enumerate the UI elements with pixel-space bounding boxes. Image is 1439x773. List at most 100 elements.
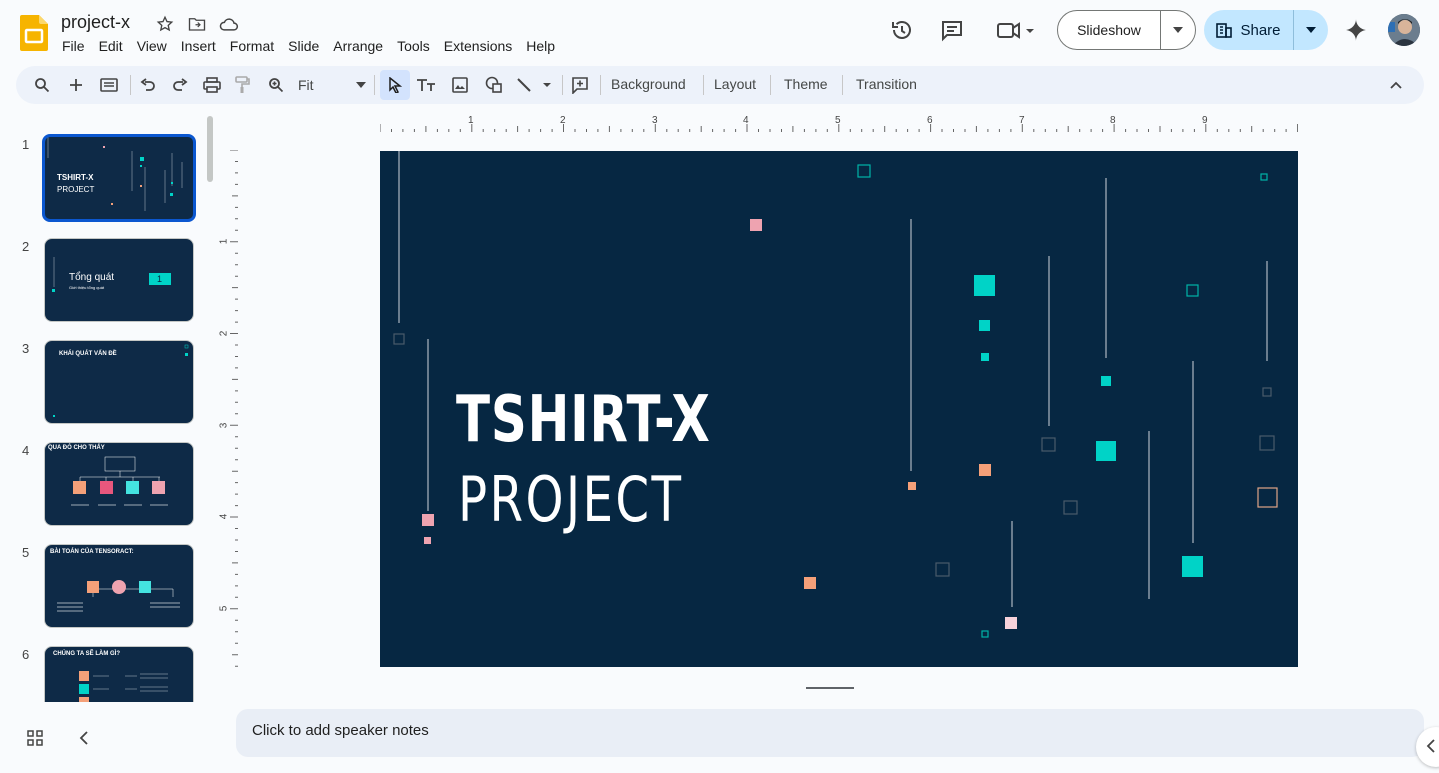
paint-format-icon[interactable]	[230, 73, 254, 97]
slideshow-button[interactable]: Slideshow	[1057, 10, 1196, 50]
slide-subtitle[interactable]: PROJECT	[458, 463, 683, 536]
ruler-number: 1	[468, 115, 474, 126]
search-menus-icon[interactable]	[30, 73, 54, 97]
share-main[interactable]: Share	[1204, 10, 1294, 50]
new-slide-icon[interactable]	[64, 73, 88, 97]
menu-format[interactable]: Format	[223, 37, 281, 55]
print-icon[interactable]	[200, 73, 224, 97]
share-label: Share	[1240, 21, 1281, 39]
comments-icon[interactable]	[939, 17, 965, 43]
redo-icon[interactable]	[168, 73, 192, 97]
menu-file[interactable]: File	[55, 37, 92, 55]
insert-comment-icon[interactable]	[568, 73, 592, 97]
undo-icon[interactable]	[136, 73, 160, 97]
thumbnail-title: QUA ĐÓ CHO THẤY	[48, 445, 105, 451]
title-icons	[154, 14, 240, 34]
transition-button[interactable]: Transition	[856, 76, 917, 92]
google-slides-app: project-x File Edit View Insert Format S…	[0, 0, 1439, 773]
document-title[interactable]: project-x	[61, 12, 130, 33]
gemini-icon[interactable]	[1344, 18, 1368, 42]
ruler-number: 2	[218, 330, 230, 337]
ruler-number: 1	[218, 238, 230, 245]
menu-help[interactable]: Help	[519, 37, 562, 55]
building-icon	[1216, 23, 1233, 38]
chevron-left-icon	[1426, 739, 1435, 753]
slide-thumbnail-6[interactable]: CHÚNG TA SẼ LÀM GÌ?	[44, 646, 194, 702]
slide-number: 6	[22, 647, 30, 662]
filmstrip-panel: 1 TSHIRT-X PROJECT 2 Tổng quát Giới thiệ…	[0, 112, 220, 702]
zoom-select[interactable]: Fit	[294, 73, 366, 97]
share-button[interactable]: Share	[1204, 10, 1328, 50]
insert-image-icon[interactable]	[448, 73, 472, 97]
ruler-number: 5	[218, 605, 230, 612]
thumbnail-title: KHÁI QUÁT VẤN ĐỀ	[59, 351, 117, 357]
slide-number: 4	[22, 443, 30, 458]
collapse-panel-icon[interactable]	[79, 731, 89, 745]
thumbnail-title: TSHIRT-X	[57, 173, 94, 182]
slide-number: 1	[22, 137, 30, 152]
slides-logo-icon[interactable]	[20, 15, 48, 51]
menu-insert[interactable]: Insert	[174, 37, 223, 55]
main-toolbar: Fit Background Layout Theme Transition	[16, 66, 1424, 104]
slide-canvas[interactable]: TSHIRT-X PROJECT	[380, 151, 1298, 667]
thumbnail-subtitle: Giới thiệu tổng quát	[69, 285, 105, 290]
ruler-number: 2	[560, 115, 566, 126]
horizontal-ruler: 1 2 3 4 5 6 7 8 9	[380, 114, 1298, 132]
thumbnail-subtitle: PROJECT	[57, 185, 95, 194]
share-dropdown-icon[interactable]	[1294, 27, 1328, 33]
notes-resize-handle[interactable]	[806, 687, 854, 689]
slideshow-dropdown-icon[interactable]	[1161, 27, 1195, 33]
version-history-icon[interactable]	[889, 17, 915, 43]
zoom-value: Fit	[298, 77, 314, 93]
thumbnail-decor	[57, 580, 180, 612]
move-folder-icon[interactable]	[186, 14, 208, 34]
zoom-icon[interactable]	[264, 73, 288, 97]
user-avatar[interactable]	[1388, 14, 1420, 46]
slide-title[interactable]: TSHIRT-X	[456, 383, 711, 457]
layout-button[interactable]: Layout	[714, 76, 756, 92]
slide-thumbnail-1[interactable]: TSHIRT-X PROJECT	[42, 134, 196, 222]
menu-slide[interactable]: Slide	[281, 37, 326, 55]
slideshow-label[interactable]: Slideshow	[1058, 11, 1161, 49]
text-box-icon[interactable]	[414, 73, 438, 97]
meet-camera-icon[interactable]	[993, 17, 1037, 43]
thumbnail-title: CHÚNG TA SẼ LÀM GÌ?	[53, 651, 120, 657]
collapse-toolbar-icon[interactable]	[1384, 73, 1408, 97]
slide-thumbnail-3[interactable]: KHÁI QUÁT VẤN ĐỀ	[44, 340, 194, 424]
select-tool-icon[interactable]	[380, 70, 410, 100]
vertical-ruler: 1 2 3 4 5	[218, 150, 238, 668]
shape-icon[interactable]	[482, 73, 506, 97]
ruler-number: 4	[218, 513, 230, 520]
filmstrip-scrollbar[interactable]	[207, 116, 213, 182]
ruler-number: 8	[1110, 115, 1116, 126]
ruler-number: 6	[927, 115, 933, 126]
ruler-number: 5	[835, 115, 841, 126]
grid-view-icon[interactable]	[26, 729, 44, 747]
cloud-saved-icon[interactable]	[218, 14, 240, 34]
menu-edit[interactable]: Edit	[92, 37, 130, 55]
star-icon[interactable]	[154, 14, 176, 34]
bottom-left-controls	[26, 727, 106, 751]
menu-tools[interactable]: Tools	[390, 37, 437, 55]
ruler-number: 3	[652, 115, 658, 126]
slide-number: 2	[22, 239, 30, 254]
toolbar-separator	[562, 75, 563, 95]
slide-thumbnail-4[interactable]: QUA ĐÓ CHO THẤY	[44, 442, 194, 526]
menu-bar: File Edit View Insert Format Slide Arran…	[55, 37, 562, 55]
speaker-notes[interactable]: Click to add speaker notes	[236, 709, 1424, 757]
ruler-number: 3	[218, 422, 230, 429]
thumbnail-badge: 1	[157, 274, 163, 284]
slide-number: 3	[22, 341, 30, 356]
theme-button[interactable]: Theme	[784, 76, 828, 92]
thumbnail-title: BÀI TOÁN CỦA TENSORACT:	[50, 549, 134, 555]
ruler-number: 7	[1019, 115, 1025, 126]
slide-thumbnail-2[interactable]: Tổng quát Giới thiệu tổng quát 1	[44, 238, 194, 322]
line-tool-icon[interactable]	[514, 73, 554, 97]
background-button[interactable]: Background	[611, 76, 686, 92]
menu-arrange[interactable]: Arrange	[326, 37, 390, 55]
menu-view[interactable]: View	[130, 37, 174, 55]
toolbar-separator	[600, 75, 601, 95]
menu-extensions[interactable]: Extensions	[437, 37, 519, 55]
slide-layout-picker-icon[interactable]	[96, 73, 122, 97]
slide-thumbnail-5[interactable]: BÀI TOÁN CỦA TENSORACT:	[44, 544, 194, 628]
